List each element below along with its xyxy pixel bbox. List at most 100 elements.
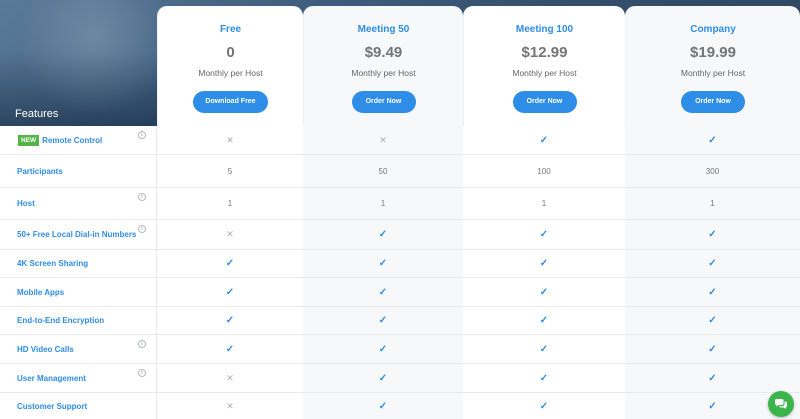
check-icon: ✓ bbox=[378, 258, 388, 269]
feature-value: 1 bbox=[380, 199, 386, 208]
info-icon[interactable]: i bbox=[138, 225, 146, 233]
table-row: HD Video Calls i ✓ ✓ ✓ ✓ bbox=[0, 335, 800, 364]
feature-value-cell: 5 bbox=[157, 155, 303, 187]
check-icon: ✓ bbox=[539, 134, 549, 146]
feature-value: 1 bbox=[710, 199, 715, 208]
check-icon: ✓ bbox=[378, 286, 388, 298]
order-now-button[interactable]: Order Now bbox=[512, 91, 577, 113]
feature-value-cell: ✓ bbox=[157, 307, 303, 334]
feature-value: 50 bbox=[378, 166, 388, 176]
chat-button[interactable] bbox=[768, 391, 794, 417]
new-badge: NEW bbox=[18, 134, 40, 146]
feature-label-cell: 50+ Free Local Dial-in Numbers i bbox=[0, 220, 157, 249]
feature-value-cell: 1 bbox=[303, 188, 463, 219]
check-icon: ✓ bbox=[225, 286, 235, 298]
info-icon[interactable]: i bbox=[138, 131, 146, 139]
cross-icon: ✕ bbox=[226, 401, 234, 411]
check-icon: ✓ bbox=[708, 229, 717, 240]
feature-value: 1 bbox=[227, 199, 233, 208]
plan-card-meeting-50: Meeting 50 $9.49 Monthly per Host Order … bbox=[303, 6, 463, 126]
feature-label-cell: Participants bbox=[0, 155, 157, 187]
feature-value-cell: 1 bbox=[463, 188, 625, 219]
feature-value-cell: ✓ bbox=[157, 278, 303, 306]
feature-label-cell: Host i bbox=[0, 188, 157, 219]
feature-value-cell: 50 bbox=[303, 155, 463, 187]
feature-value: 300 bbox=[705, 166, 720, 176]
order-now-button[interactable]: Order Now bbox=[681, 91, 745, 113]
check-icon: ✓ bbox=[539, 315, 549, 326]
download-free-button[interactable]: Download Free bbox=[193, 91, 268, 113]
table-row: Host i 1 1 1 1 bbox=[0, 188, 800, 220]
feature-value-cell: ✓ bbox=[303, 307, 463, 334]
feature-label: Participants bbox=[17, 166, 63, 176]
feature-label: Remote Control bbox=[42, 135, 103, 145]
check-icon: ✓ bbox=[539, 372, 549, 384]
check-icon: ✓ bbox=[539, 286, 549, 298]
feature-value: 100 bbox=[537, 166, 551, 176]
feature-value-cell: 1 bbox=[157, 188, 303, 219]
feature-value-cell: ✓ bbox=[157, 250, 303, 277]
feature-value-cell: ✓ bbox=[463, 335, 625, 363]
plan-name: Meeting 50 bbox=[357, 24, 410, 35]
check-icon: ✓ bbox=[539, 401, 549, 412]
feature-value-cell: ✓ bbox=[303, 250, 463, 277]
info-icon[interactable]: i bbox=[138, 369, 146, 377]
feature-value-cell: ✓ bbox=[303, 335, 463, 363]
plan-price: $9.49 bbox=[364, 44, 403, 61]
check-icon: ✓ bbox=[378, 315, 388, 326]
plan-period: Monthly per Host bbox=[198, 68, 263, 78]
plan-period: Monthly per Host bbox=[680, 68, 746, 78]
feature-value-cell: ✕ bbox=[157, 364, 303, 392]
feature-value-cell: ✓ bbox=[625, 335, 800, 363]
check-icon: ✓ bbox=[225, 315, 235, 326]
feature-value-cell: ✓ bbox=[625, 278, 800, 306]
feature-label: 50+ Free Local Dial-in Numbers bbox=[17, 230, 137, 239]
table-row: Customer Support ✕ ✓ ✓ ✓ bbox=[0, 393, 800, 419]
check-icon: ✓ bbox=[708, 343, 717, 355]
check-icon: ✓ bbox=[708, 401, 717, 412]
feature-label: End-to-End Encryption bbox=[17, 316, 105, 325]
table-row: Participants 5 50 100 300 bbox=[0, 155, 800, 188]
cross-icon: ✕ bbox=[379, 134, 387, 145]
feature-value-cell: ✓ bbox=[463, 220, 625, 249]
plan-name: Meeting 100 bbox=[515, 24, 574, 35]
feature-label-cell: End-to-End Encryption bbox=[0, 307, 157, 334]
feature-value-cell: 1 bbox=[625, 188, 800, 219]
check-icon: ✓ bbox=[539, 229, 549, 240]
feature-value-cell: ✕ bbox=[157, 220, 303, 249]
order-now-button[interactable]: Order Now bbox=[351, 91, 416, 113]
feature-label: Host bbox=[17, 199, 35, 208]
feature-value-cell: ✓ bbox=[303, 278, 463, 306]
check-icon: ✓ bbox=[539, 258, 549, 269]
feature-label-cell: User Management i bbox=[0, 364, 157, 392]
feature-value-cell: ✓ bbox=[463, 393, 625, 419]
feature-value-cell: 300 bbox=[625, 155, 800, 187]
feature-value-cell: ✕ bbox=[303, 126, 463, 154]
feature-table: NEW Remote Control i ✕ ✕ ✓ ✓ Participants 5 50 100… bbox=[0, 126, 800, 419]
feature-value-cell: ✓ bbox=[625, 250, 800, 277]
feature-value-cell: 100 bbox=[463, 155, 625, 187]
feature-label: Mobile Apps bbox=[17, 287, 65, 297]
cross-icon: ✕ bbox=[226, 134, 234, 145]
feature-label-cell: Mobile Apps bbox=[0, 278, 157, 306]
table-row: End-to-End Encryption ✓ ✓ ✓ ✓ bbox=[0, 307, 800, 335]
check-icon: ✓ bbox=[708, 286, 717, 298]
info-icon[interactable]: i bbox=[138, 340, 146, 348]
feature-value-cell: ✓ bbox=[625, 307, 800, 334]
feature-value-cell: ✓ bbox=[463, 126, 625, 154]
cross-icon: ✕ bbox=[226, 372, 234, 383]
info-icon[interactable]: i bbox=[138, 193, 146, 201]
feature-value-cell: ✓ bbox=[625, 126, 800, 154]
plan-card-free: Free 0 Monthly per Host Download Free bbox=[157, 6, 303, 126]
feature-value-cell: ✕ bbox=[157, 126, 303, 154]
feature-value-cell: ✓ bbox=[157, 335, 303, 363]
table-row: 50+ Free Local Dial-in Numbers i ✕ ✓ ✓ ✓ bbox=[0, 220, 800, 250]
check-icon: ✓ bbox=[378, 372, 388, 384]
feature-label: User Management bbox=[17, 373, 86, 383]
check-icon: ✓ bbox=[225, 258, 235, 269]
feature-value-cell: ✓ bbox=[463, 364, 625, 392]
features-heading: Features bbox=[15, 108, 59, 120]
feature-label: Customer Support bbox=[17, 402, 88, 411]
feature-value-cell: ✓ bbox=[303, 393, 463, 419]
check-icon: ✓ bbox=[378, 401, 388, 412]
